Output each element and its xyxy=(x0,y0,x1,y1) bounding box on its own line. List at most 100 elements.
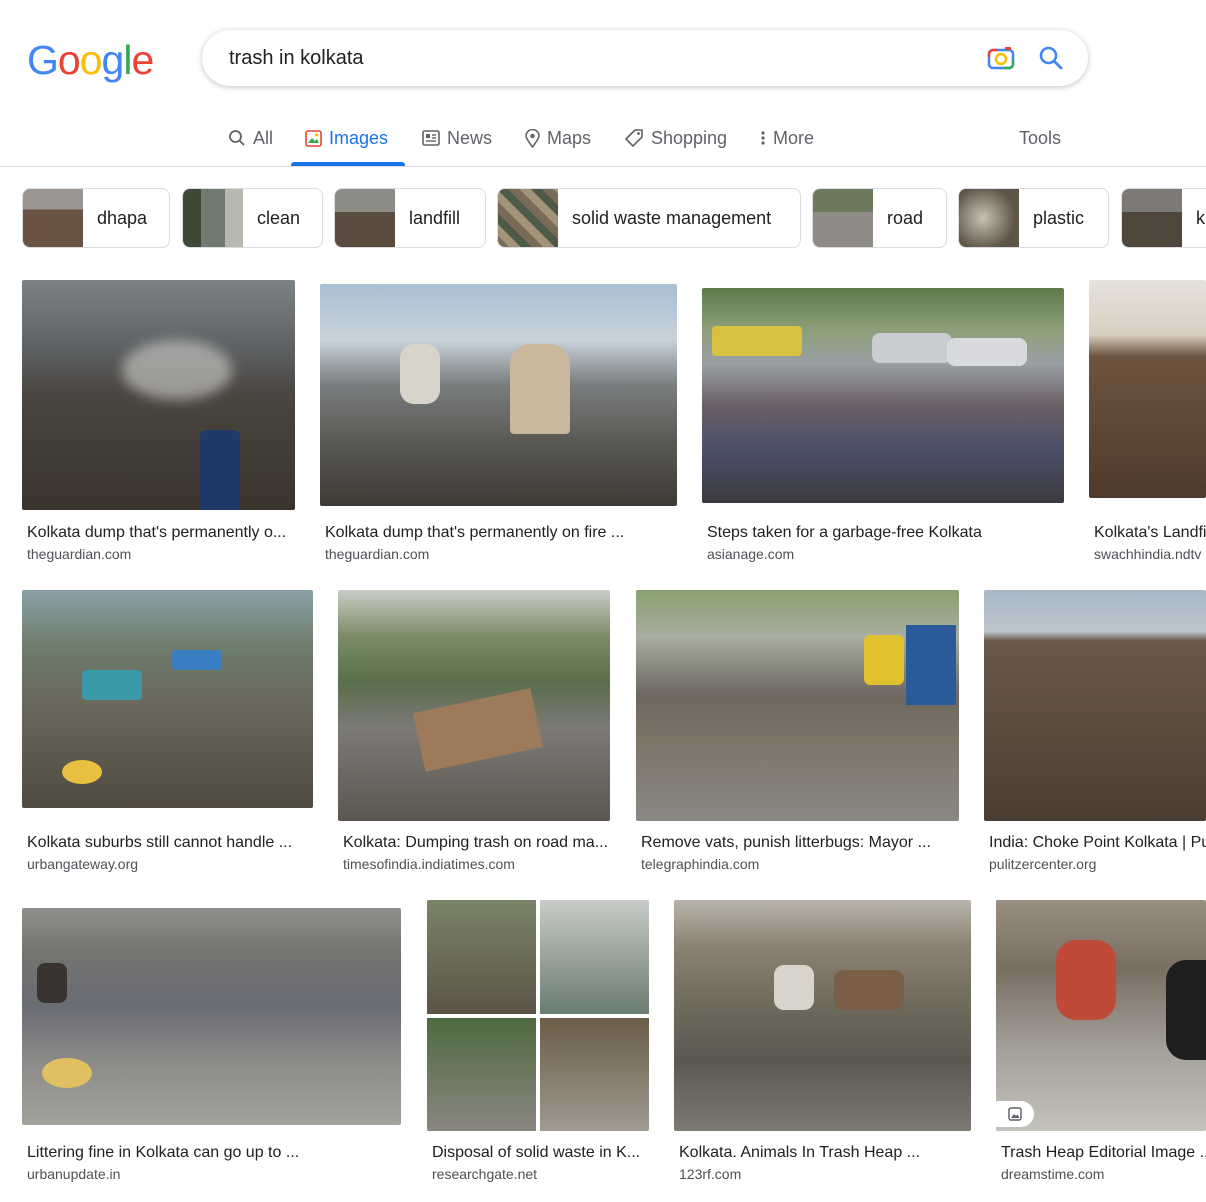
chip-label: clean xyxy=(257,207,301,228)
result-card[interactable]: Kolkata: Dumping trash on road ma... tim… xyxy=(338,590,610,875)
result-card[interactable]: Kolkata suburbs still cannot handle ... … xyxy=(22,590,313,875)
result-site[interactable]: urbanupdate.in xyxy=(27,1166,401,1182)
result-title[interactable]: Disposal of solid waste in K... xyxy=(432,1144,649,1162)
more-vert-icon xyxy=(761,131,765,145)
tab-label: Maps xyxy=(547,127,592,148)
result-site[interactable]: theguardian.com xyxy=(27,546,295,562)
chip-label: road xyxy=(887,207,924,228)
result-title[interactable]: Kolkata dump that's permanently o... xyxy=(27,524,295,542)
chip-plastic[interactable]: plastic xyxy=(958,188,1109,248)
tab-all[interactable]: All xyxy=(228,126,273,150)
tag-icon xyxy=(625,128,643,147)
chip-dhapa[interactable]: dhapa xyxy=(22,188,170,248)
tab-label: Shopping xyxy=(651,127,728,148)
result-site[interactable]: asianage.com xyxy=(707,546,1064,562)
logo-letter: g xyxy=(101,37,125,83)
search-input[interactable]: trash in kolkata xyxy=(229,47,364,70)
result-site[interactable]: researchgate.net xyxy=(432,1166,649,1182)
chip-thumbnail xyxy=(498,189,558,247)
result-site[interactable]: theguardian.com xyxy=(325,546,677,562)
image-icon xyxy=(1008,1107,1022,1121)
image-icon xyxy=(305,129,322,147)
chip-road[interactable]: road xyxy=(812,188,947,248)
logo-letter: G xyxy=(27,37,59,83)
result-image[interactable] xyxy=(22,280,295,510)
result-image[interactable] xyxy=(338,590,610,821)
result-image[interactable] xyxy=(674,900,971,1131)
result-site[interactable]: telegraphindia.com xyxy=(641,856,959,872)
logo-letter: o xyxy=(57,37,81,83)
search-box[interactable]: trash in kolkata xyxy=(202,30,1088,86)
result-image[interactable] xyxy=(22,908,401,1125)
result-image[interactable] xyxy=(636,590,959,821)
tab-news[interactable]: News xyxy=(422,126,492,150)
search-icon xyxy=(229,130,245,146)
chip-solid-waste-management[interactable]: solid waste management xyxy=(497,188,801,248)
result-title[interactable]: Kolkata dump that's permanently on fire … xyxy=(325,524,677,542)
result-image[interactable] xyxy=(1089,280,1206,498)
chip-label: plastic xyxy=(1033,207,1085,228)
chip-clean[interactable]: clean xyxy=(182,188,323,248)
result-title[interactable]: Trash Heap Editorial Image ... xyxy=(1001,1144,1206,1162)
tools-button[interactable]: Tools xyxy=(1019,126,1061,150)
tab-label: More xyxy=(773,127,815,148)
tools-label: Tools xyxy=(1019,127,1062,148)
active-tab-indicator xyxy=(291,162,405,166)
result-site[interactable]: swachhindia.ndtv xyxy=(1094,546,1206,562)
logo-letter: e xyxy=(131,37,154,83)
result-title[interactable]: Littering fine in Kolkata can go up to .… xyxy=(27,1144,401,1162)
result-image[interactable] xyxy=(996,900,1206,1131)
tab-label: Images xyxy=(329,127,389,148)
tab-maps[interactable]: Maps xyxy=(525,126,591,150)
result-image[interactable] xyxy=(427,900,649,1131)
result-card[interactable]: Littering fine in Kolkata can go up to .… xyxy=(22,908,401,1193)
chip-label: landfill xyxy=(409,207,461,228)
result-card[interactable]: Kolkata dump that's permanently on fire … xyxy=(320,284,677,565)
image-badge xyxy=(996,1101,1034,1127)
result-title[interactable]: Remove vats, punish litterbugs: Mayor ..… xyxy=(641,834,959,852)
result-card[interactable]: Remove vats, punish litterbugs: Mayor ..… xyxy=(636,590,959,875)
result-site[interactable]: timesofindia.indiatimes.com xyxy=(343,856,610,872)
chip-label: dhapa xyxy=(97,207,148,228)
chip-thumbnail xyxy=(23,189,83,247)
logo-letter: l xyxy=(123,37,132,83)
chip-thumbnail xyxy=(959,189,1019,247)
result-site[interactable]: pulitzercenter.org xyxy=(989,856,1206,872)
result-site[interactable]: dreamstime.com xyxy=(1001,1166,1206,1182)
tab-more[interactable]: More xyxy=(760,126,814,150)
chip-landfill[interactable]: landfill xyxy=(334,188,486,248)
result-title[interactable]: Kolkata suburbs still cannot handle ... xyxy=(27,834,313,852)
tab-shopping[interactable]: Shopping xyxy=(625,126,727,150)
result-site[interactable]: urbangateway.org xyxy=(27,856,313,872)
result-card[interactable]: Steps taken for a garbage-free Kolkata a… xyxy=(702,288,1064,565)
result-image[interactable] xyxy=(22,590,313,808)
result-title[interactable]: Kolkata. Animals In Trash Heap ... xyxy=(679,1144,971,1162)
result-title[interactable]: India: Choke Point Kolkata | Pu xyxy=(989,834,1206,852)
chip-k[interactable]: k xyxy=(1121,188,1206,248)
camera-icon[interactable] xyxy=(987,45,1015,71)
result-title[interactable]: Steps taken for a garbage-free Kolkata xyxy=(707,524,1064,542)
chip-thumbnail xyxy=(1122,189,1182,247)
result-title[interactable]: Kolkata's Landfi xyxy=(1094,524,1206,542)
result-card[interactable]: Kolkata. Animals In Trash Heap ... 123rf… xyxy=(674,900,971,1193)
tab-label: All xyxy=(253,127,274,148)
result-image[interactable] xyxy=(702,288,1064,503)
result-card[interactable]: Kolkata dump that's permanently o... the… xyxy=(22,280,295,565)
result-image[interactable] xyxy=(320,284,677,506)
result-card[interactable]: Disposal of solid waste in K... research… xyxy=(427,900,649,1193)
google-logo[interactable]: Google xyxy=(27,37,154,83)
result-site[interactable]: 123rf.com xyxy=(679,1166,971,1182)
chip-thumbnail xyxy=(183,189,243,247)
chip-thumbnail xyxy=(335,189,395,247)
result-card[interactable]: India: Choke Point Kolkata | Pu pulitzer… xyxy=(984,590,1206,875)
result-image[interactable] xyxy=(984,590,1206,821)
result-title[interactable]: Kolkata: Dumping trash on road ma... xyxy=(343,834,610,852)
search-icon[interactable] xyxy=(1038,45,1064,71)
result-card[interactable]: Trash Heap Editorial Image ... dreamstim… xyxy=(996,900,1206,1193)
map-pin-icon xyxy=(525,128,540,148)
tab-images[interactable]: Images xyxy=(305,126,388,150)
logo-letter: o xyxy=(79,37,103,83)
chip-label: solid waste management xyxy=(572,207,772,228)
result-card[interactable]: Kolkata's Landfi swachhindia.ndtv xyxy=(1089,280,1206,565)
chip-thumbnail xyxy=(813,189,873,247)
